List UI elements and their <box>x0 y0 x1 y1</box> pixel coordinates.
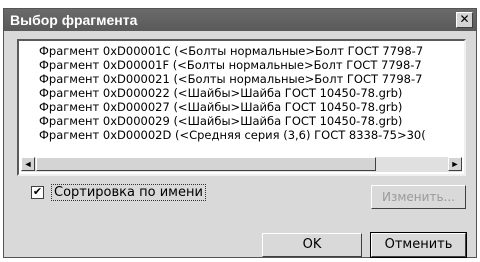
close-button[interactable]: ✕ <box>456 12 473 28</box>
title-bar[interactable]: Выбор фрагмента ✕ <box>4 9 476 31</box>
horizontal-scrollbar[interactable]: ◄ ► <box>21 157 462 172</box>
arrow-left-icon: ◄ <box>23 159 33 169</box>
list-item[interactable]: Фрагмент 0xD00001F (<Болты нормальные>Бо… <box>39 58 422 72</box>
arrow-right-icon: ► <box>450 159 460 169</box>
list-item[interactable]: Фрагмент 0xD00002D (<Средняя серия (3,6)… <box>39 128 426 142</box>
checkmark-icon: ✔ <box>32 186 43 198</box>
ok-button[interactable]: OK <box>262 233 362 257</box>
dialog-title: Выбор фрагмента <box>10 12 138 28</box>
list-item[interactable]: Фрагмент 0xD000029 (<Шайбы>Шайба ГОСТ 10… <box>39 114 402 128</box>
fragment-list[interactable]: Фрагмент 0xD00001C (<Болты нормальные>Бо… <box>17 39 466 176</box>
close-icon: ✕ <box>459 12 470 26</box>
list-item[interactable]: Фрагмент 0xD000027 (<Шайбы>Шайба ГОСТ 10… <box>39 100 402 114</box>
list-item[interactable]: Фрагмент 0xD000021 (<Болты нормальные>Бо… <box>39 72 422 86</box>
list-item[interactable]: Фрагмент 0xD000022 (<Шайбы>Шайба ГОСТ 10… <box>39 86 402 100</box>
fragment-select-dialog: Выбор фрагмента ✕ Фрагмент 0xD00001C (<Б… <box>3 8 477 258</box>
list-item[interactable]: Фрагмент 0xD00001C (<Болты нормальные>Бо… <box>39 44 423 58</box>
scroll-left-button[interactable]: ◄ <box>21 157 35 171</box>
change-button[interactable]: Изменить... <box>371 185 466 209</box>
scroll-thumb[interactable] <box>36 157 376 171</box>
cancel-button[interactable]: Отменить <box>370 232 467 258</box>
sort-checkbox-label[interactable]: Сортировка по имени <box>51 184 206 201</box>
scroll-right-button[interactable]: ► <box>448 157 462 171</box>
sort-checkbox[interactable]: ✔ <box>31 186 44 199</box>
